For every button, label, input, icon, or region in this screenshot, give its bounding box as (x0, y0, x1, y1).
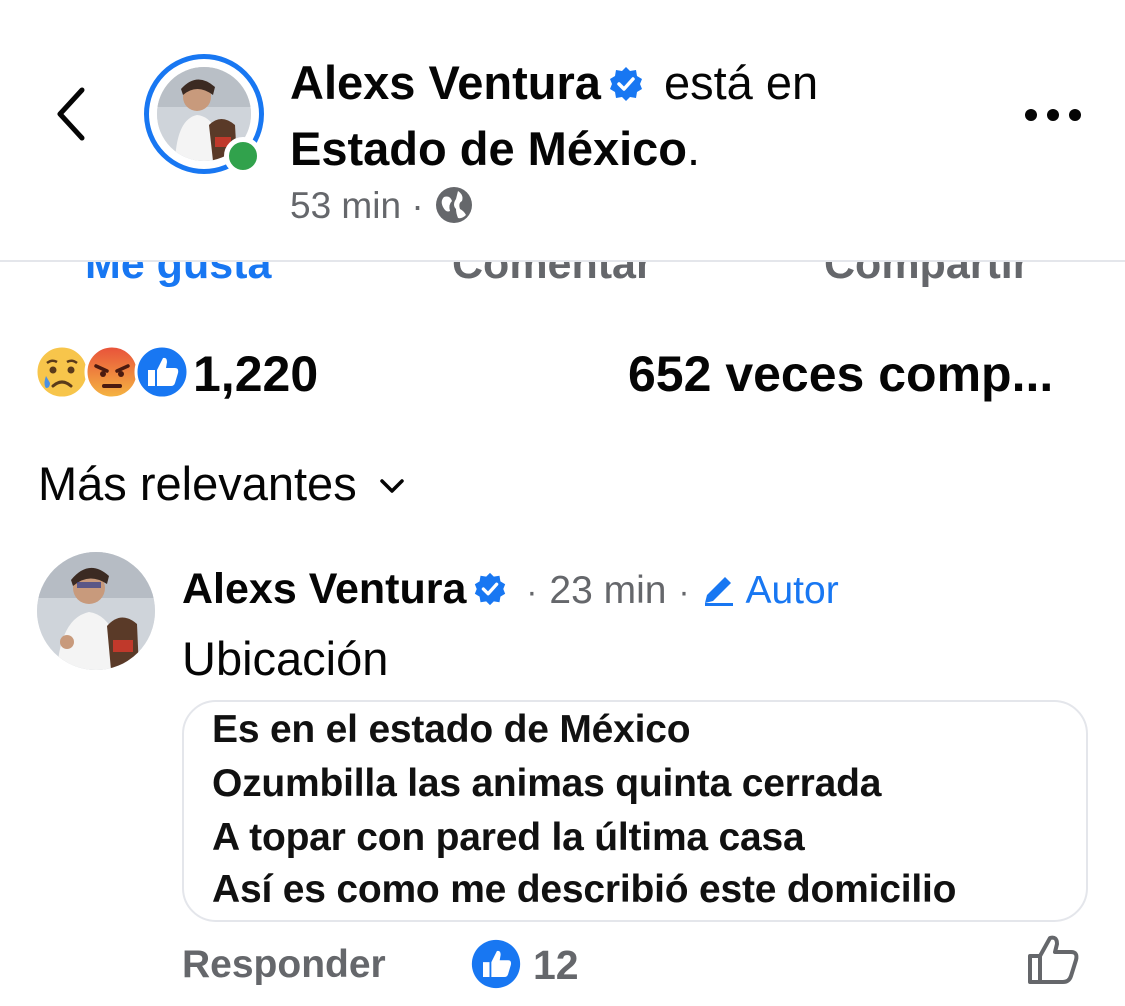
like-reaction-icon (471, 939, 521, 989)
online-status-indicator (224, 137, 262, 175)
reply-button[interactable]: Responder (182, 940, 386, 990)
meta-separator: · (411, 185, 424, 226)
reaction-count[interactable]: 1,220 (193, 344, 318, 404)
comment-time[interactable]: 23 min (549, 569, 666, 612)
like-action-button[interactable]: Me gusta (85, 262, 271, 289)
comment-text: Ubicación (182, 632, 389, 685)
pencil-icon (701, 564, 737, 622)
quote-line: A topar con pared la última casa (212, 816, 805, 859)
sad-reaction-icon (34, 344, 90, 400)
comment-author-avatar[interactable] (37, 552, 155, 670)
globe-icon (434, 185, 474, 237)
share-action-button[interactable]: Compartir (824, 262, 1029, 289)
quote-line: Ozumbilla las animas quinta cerrada (212, 762, 882, 805)
comment-author-name[interactable]: Alexs Ventura (182, 565, 466, 613)
comment-separator-2: · (678, 573, 690, 610)
like-comment-button[interactable] (1024, 930, 1084, 990)
post-status-text: está en (663, 56, 819, 109)
post-location-suffix: . (687, 122, 701, 175)
comment-action-button[interactable]: Comentar (452, 262, 653, 289)
comment-image-text-card[interactable]: Es en el estado de México Ozumbilla las … (182, 700, 1088, 922)
back-button[interactable] (48, 82, 96, 146)
post-title: Alexs Ventura está en Estado de México. (290, 52, 990, 180)
back-arrow-icon (57, 87, 85, 141)
post-meta: 53 min · (290, 182, 474, 237)
action-bar: Me gusta Comentar Compartir (0, 262, 1125, 298)
verified-badge-icon (472, 564, 508, 622)
quote-line: Así es como me describió este domicilio (212, 868, 957, 911)
post-author-name[interactable]: Alexs Ventura (290, 56, 601, 109)
reaction-icons[interactable] (34, 344, 194, 404)
chevron-down-icon (379, 448, 405, 508)
like-outline-icon (1028, 935, 1079, 984)
comment-header: Alexs Ventura · 23 min · Autor (182, 560, 839, 622)
sort-label: Más relevantes (38, 457, 357, 510)
more-options-button[interactable] (1022, 100, 1084, 130)
verified-badge-icon (607, 56, 645, 118)
angry-reaction-icon (84, 344, 140, 400)
share-count[interactable]: 652 veces comp... (628, 344, 1098, 404)
comment-sort-dropdown[interactable]: Más relevantes (38, 448, 405, 514)
post-time[interactable]: 53 min (290, 185, 401, 226)
like-reaction-icon (134, 344, 190, 400)
comment-separator: · (526, 573, 538, 610)
more-options-icon (1025, 109, 1081, 121)
quote-line: Es en el estado de México (212, 708, 691, 751)
comment-like-count[interactable]: 12 (533, 940, 579, 990)
author-badge: Autor (745, 569, 839, 612)
post-location[interactable]: Estado de México (290, 122, 687, 175)
